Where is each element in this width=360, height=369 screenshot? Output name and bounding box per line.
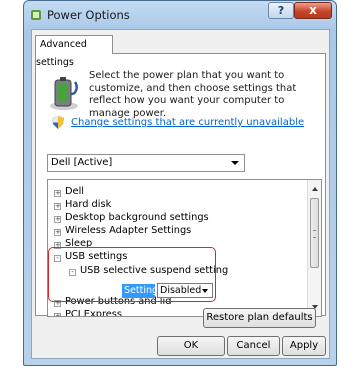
scroll-up-arrow-icon[interactable] xyxy=(312,187,318,191)
scrollbar-thumb[interactable] xyxy=(310,198,319,268)
description-text: Select the power plan that you want to c… xyxy=(89,70,297,119)
help-button[interactable]: ? xyxy=(268,2,294,19)
cancel-button[interactable]: Cancel xyxy=(227,336,280,356)
usb-settings-highlight xyxy=(48,247,216,302)
dropdown-arrow-icon xyxy=(231,161,239,165)
tree-item-hard-disk[interactable]: + Hard disk xyxy=(54,198,111,211)
change-settings-link[interactable]: Change settings that are currently unava… xyxy=(71,117,304,128)
restore-button-label: Restore plan defaults xyxy=(206,312,313,323)
expand-icon[interactable]: + xyxy=(54,203,61,210)
expand-icon[interactable]: + xyxy=(54,216,61,223)
expand-icon[interactable]: + xyxy=(54,229,61,236)
tree-item-label: Wireless Adapter Settings xyxy=(65,225,192,236)
battery-plug-icon xyxy=(50,77,78,110)
restore-plan-defaults-button[interactable]: Restore plan defaults xyxy=(203,308,316,328)
grip-icon xyxy=(313,230,316,238)
plan-dropdown-value: Dell [Active] xyxy=(51,157,113,168)
power-options-window: Power Options ? x Advanced settings Sele… xyxy=(23,0,337,366)
uac-shield-icon xyxy=(52,116,64,129)
tree-scrollbar[interactable] xyxy=(307,180,321,316)
dialog-body: Advanced settings Select the power plan … xyxy=(31,29,330,359)
ok-button[interactable]: OK xyxy=(157,336,225,356)
tree-item-wireless-adapter[interactable]: + Wireless Adapter Settings xyxy=(54,224,191,237)
close-button[interactable]: x xyxy=(294,2,332,19)
tree-item-label: Desktop background settings xyxy=(65,212,209,223)
cancel-button-label: Cancel xyxy=(236,340,271,351)
tree-item-pci-express[interactable]: + PCI Express xyxy=(54,308,123,317)
tree-item-label: PCI Express xyxy=(65,309,123,317)
tree-item-label: Dell xyxy=(65,186,85,197)
apply-button[interactable]: Apply xyxy=(282,336,326,356)
tree-item-label: Hard disk xyxy=(65,199,112,210)
expand-icon[interactable]: + xyxy=(54,313,61,316)
tab-advanced-settings[interactable]: Advanced settings xyxy=(35,35,113,68)
title-bar[interactable]: Power Options ? x xyxy=(24,1,336,27)
expand-icon[interactable]: + xyxy=(54,190,61,197)
power-options-icon xyxy=(31,10,41,20)
apply-button-label: Apply xyxy=(289,340,319,351)
plan-dropdown[interactable]: Dell [Active] xyxy=(47,154,245,172)
tree-item-desktop-background[interactable]: + Desktop background settings xyxy=(54,211,209,224)
ok-button-label: OK xyxy=(183,340,199,351)
tree-item-dell[interactable]: + Dell xyxy=(54,185,84,198)
window-title: Power Options xyxy=(47,8,130,22)
